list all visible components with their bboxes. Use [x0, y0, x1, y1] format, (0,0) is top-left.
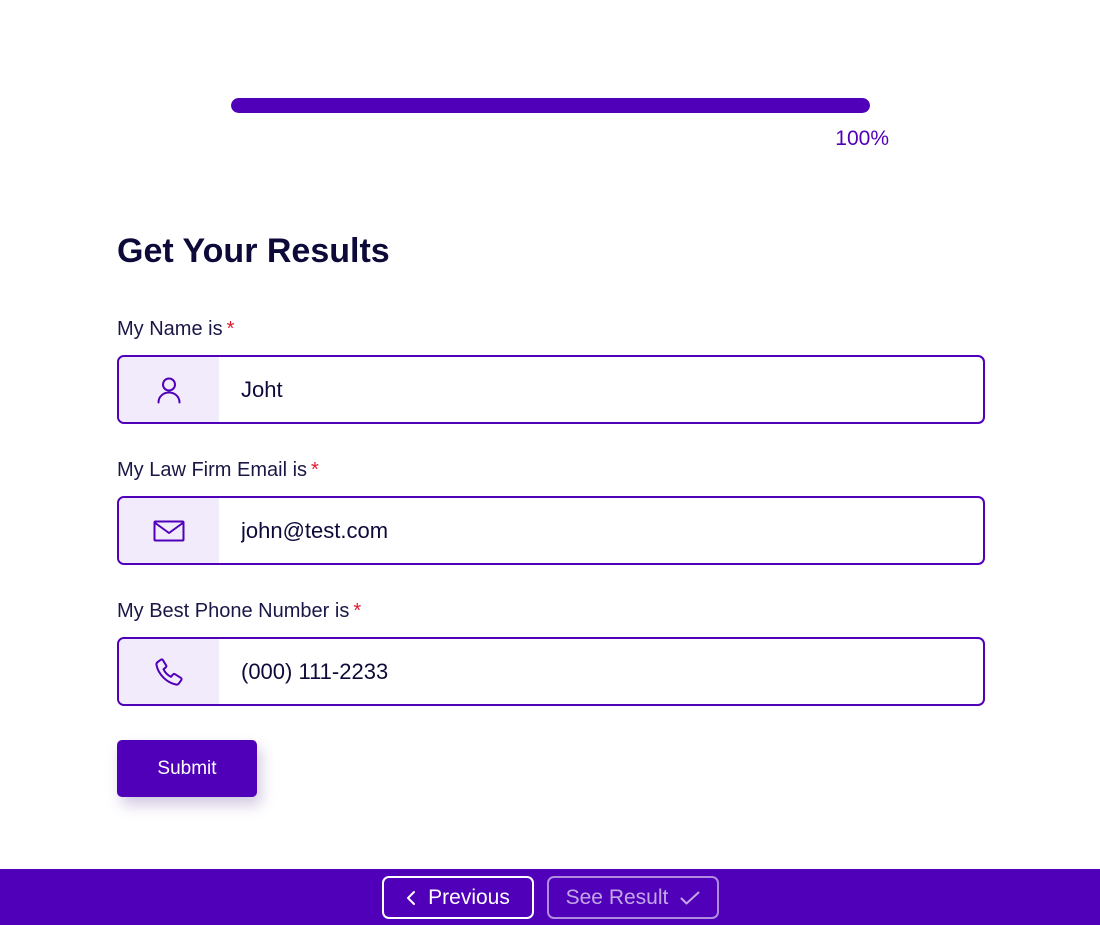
chevron-left-icon — [406, 890, 416, 906]
progress-percent-label: 100% — [835, 127, 889, 150]
phone-field-label: My Best Phone Number is * — [117, 600, 361, 623]
name-field[interactable] — [117, 355, 985, 424]
email-field-label: My Law Firm Email is * — [117, 459, 319, 482]
see-result-button-label: See Result — [565, 885, 669, 909]
check-icon — [680, 891, 700, 905]
required-asterisk: * — [311, 459, 319, 481]
footer-nav-bar: Previous See Result — [0, 869, 1100, 925]
page-title: Get Your Results — [117, 232, 390, 270]
see-result-button[interactable]: See Result — [547, 876, 719, 919]
previous-button-label: Previous — [428, 885, 510, 909]
required-asterisk: * — [353, 600, 362, 622]
submit-button[interactable]: Submit — [117, 740, 257, 797]
mail-icon — [119, 498, 219, 563]
phone-icon — [119, 639, 219, 704]
progress-bar — [231, 98, 870, 113]
previous-button[interactable]: Previous — [382, 876, 534, 919]
name-field-label: My Name is * — [117, 318, 234, 341]
name-input[interactable] — [219, 357, 983, 422]
email-field-label-text: My Law Firm Email is — [117, 459, 308, 481]
progress-bar-fill — [231, 98, 870, 113]
user-icon — [119, 357, 219, 422]
phone-field-label-text: My Best Phone Number is — [117, 600, 350, 622]
quiz-page: 100% Get Your Results My Name is* My Law… — [0, 0, 1100, 925]
phone-input[interactable] — [219, 639, 983, 704]
name-field-label-text: My Name is — [117, 318, 223, 340]
email-field[interactable] — [117, 496, 985, 565]
phone-field[interactable] — [117, 637, 985, 706]
email-input[interactable] — [219, 498, 983, 563]
required-asterisk: * — [226, 318, 235, 340]
